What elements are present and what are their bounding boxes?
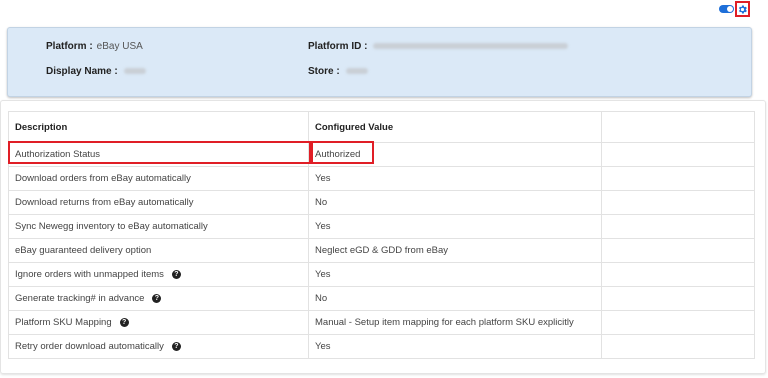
platform-id-field: Platform ID :: [308, 41, 569, 52]
help-question-icon[interactable]: ?: [119, 317, 129, 327]
platform-info-card: Platform : eBay USA Platform ID : Display…: [7, 27, 752, 97]
row-configured-value: Neglect eGD & GDD from eBay: [308, 238, 602, 263]
platform-label: Platform :: [46, 41, 93, 52]
row-description: Retry order download automatically: [15, 341, 164, 352]
table-row: Generate tracking# in advance? No: [8, 286, 755, 311]
platform-value: eBay USA: [96, 41, 143, 52]
view-toggle[interactable]: [719, 5, 734, 13]
row-description: Download orders from eBay automatically: [15, 173, 191, 184]
table-row: Ignore orders with unmapped items? Yes: [8, 262, 755, 287]
settings-button[interactable]: [735, 1, 750, 17]
row-description-cell: Generate tracking# in advance?: [8, 286, 309, 311]
configuration-table: Description Configured Value Authorizati…: [8, 111, 755, 359]
display-name-value-redacted: [123, 68, 146, 75]
row-extra-cell: [601, 214, 755, 239]
row-extra-cell: [601, 286, 755, 311]
store-field: Store :: [308, 66, 368, 77]
row-description: Authorization Status: [15, 149, 101, 160]
row-extra-cell: [601, 334, 755, 359]
row-description-cell: Ignore orders with unmapped items?: [8, 262, 309, 287]
top-toolbar: [0, 0, 768, 24]
toggle-knob: [727, 6, 733, 12]
row-description: Ignore orders with unmapped items: [15, 269, 164, 280]
row-description-cell: Authorization Status: [8, 142, 309, 167]
table-row: eBay guaranteed delivery option Neglect e…: [8, 238, 755, 263]
row-description: Sync Newegg inventory to eBay automatica…: [15, 221, 208, 232]
column-header-description: Description: [8, 111, 309, 143]
row-description-cell: Download orders from eBay automatically: [8, 166, 309, 191]
row-extra-cell: [601, 142, 755, 167]
help-question-icon[interactable]: ?: [171, 341, 181, 351]
row-extra-cell: [601, 310, 755, 335]
row-configured-value: Yes: [308, 262, 602, 287]
table-row: Platform SKU Mapping? Manual - Setup item…: [8, 310, 755, 335]
row-extra-cell: [601, 190, 755, 215]
help-question-icon[interactable]: ?: [152, 293, 162, 303]
row-description-cell: Sync Newegg inventory to eBay automatica…: [8, 214, 309, 239]
row-description-cell: Platform SKU Mapping?: [8, 310, 309, 335]
table-header-row: Description Configured Value: [8, 111, 755, 143]
row-extra-cell: [601, 166, 755, 191]
row-description: Download returns from eBay automatically: [15, 197, 194, 208]
table-row: Download returns from eBay automatically…: [8, 190, 755, 215]
store-value-redacted: [345, 68, 368, 75]
column-header-empty: [601, 111, 755, 143]
row-description-cell: Retry order download automatically?: [8, 334, 309, 359]
gear-icon: [738, 5, 747, 13]
display-name-field: Display Name :: [46, 66, 146, 77]
row-configured-value: Authorized: [308, 142, 602, 167]
store-label: Store :: [308, 66, 340, 77]
row-extra-cell: [601, 238, 755, 263]
row-description: Platform SKU Mapping: [15, 317, 112, 328]
column-header-configured-value: Configured Value: [308, 111, 602, 143]
row-configured-value: Manual - Setup item mapping for each pla…: [308, 310, 602, 335]
display-name-label: Display Name :: [46, 66, 118, 77]
row-extra-cell: [601, 262, 755, 287]
row-configured-value: Yes: [308, 166, 602, 191]
table-row: Authorization Status Authorized: [8, 142, 755, 167]
platform-id-label: Platform ID :: [308, 41, 368, 52]
row-description: eBay guaranteed delivery option: [15, 245, 152, 256]
table-row: Download orders from eBay automatically Y…: [8, 166, 755, 191]
row-description-cell: Download returns from eBay automatically: [8, 190, 309, 215]
help-question-icon[interactable]: ?: [171, 269, 181, 279]
row-configured-value: No: [308, 190, 602, 215]
row-configured-value: Yes: [308, 214, 602, 239]
row-description: Generate tracking# in advance: [15, 293, 145, 304]
settings-panel: Description Configured Value Authorizati…: [0, 100, 766, 374]
row-description-cell: eBay guaranteed delivery option: [8, 238, 309, 263]
platform-field: Platform : eBay USA: [46, 41, 143, 52]
row-configured-value: No: [308, 286, 602, 311]
table-row: Sync Newegg inventory to eBay automatica…: [8, 214, 755, 239]
table-row: Retry order download automatically? Yes: [8, 334, 755, 359]
row-configured-value: Yes: [308, 334, 602, 359]
platform-id-value-redacted: [373, 43, 569, 50]
